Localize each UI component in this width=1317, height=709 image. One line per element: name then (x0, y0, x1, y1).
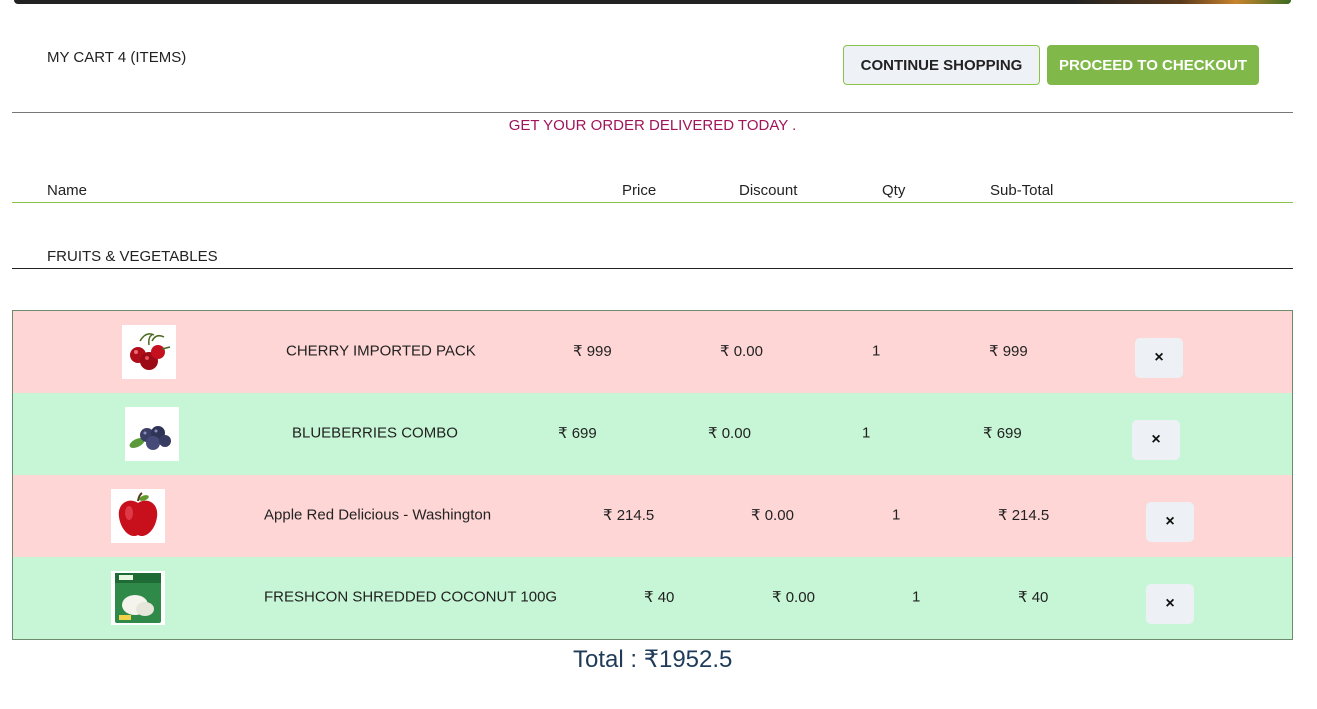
remove-item-button[interactable]: × (1146, 584, 1194, 624)
blueberries-image (125, 407, 179, 461)
cart-item-row: CHERRY IMPORTED PACK ₹ 999 ₹ 0.00 1 ₹ 99… (13, 311, 1292, 393)
item-price: ₹ 999 (573, 343, 612, 360)
remove-item-button[interactable]: × (1132, 420, 1180, 460)
cart-total: Total : ₹1952.5 (573, 646, 733, 673)
item-name: FRESHCON SHREDDED COCONUT 100G (264, 588, 558, 606)
item-subtotal: ₹ 214.5 (998, 507, 1050, 524)
item-name: BLUEBERRIES COMBO (292, 424, 458, 442)
cart-items-table: CHERRY IMPORTED PACK ₹ 999 ₹ 0.00 1 ₹ 99… (12, 310, 1293, 640)
item-discount: ₹ 0.00 (772, 589, 815, 606)
divider (12, 112, 1293, 113)
item-subtotal: ₹ 999 (989, 343, 1028, 360)
item-discount: ₹ 0.00 (708, 425, 751, 442)
item-discount: ₹ 0.00 (720, 343, 763, 360)
item-name: CHERRY IMPORTED PACK (286, 342, 476, 360)
column-header-subtotal: Sub-Total (990, 182, 1054, 199)
cherry-image (122, 325, 176, 379)
cart-item-row: Apple Red Delicious - Washington ₹ 214.5… (13, 475, 1292, 557)
item-price: ₹ 699 (558, 425, 597, 442)
cart-item-row: BLUEBERRIES COMBO ₹ 699 ₹ 0.00 1 ₹ 699 × (13, 393, 1292, 475)
column-header-price: Price (622, 182, 657, 199)
delivery-message: GET YOUR ORDER DELIVERED TODAY . (508, 117, 797, 134)
item-qty[interactable]: 1 (892, 507, 900, 524)
column-header-qty: Qty (882, 182, 906, 199)
close-icon: × (1165, 595, 1175, 612)
column-header-discount: Discount (739, 182, 798, 199)
close-icon: × (1154, 349, 1164, 366)
item-subtotal: ₹ 40 (1018, 589, 1049, 606)
category-title: FRUITS & VEGETABLES (47, 248, 218, 265)
item-qty[interactable]: 1 (872, 343, 880, 360)
item-name: Apple Red Delicious - Washington (264, 506, 492, 524)
remove-item-button[interactable]: × (1146, 502, 1194, 542)
item-price: ₹ 40 (644, 589, 675, 606)
close-icon: × (1151, 431, 1161, 448)
column-header-name: Name (47, 182, 88, 199)
item-subtotal: ₹ 699 (983, 425, 1022, 442)
item-price: ₹ 214.5 (603, 507, 655, 524)
cart-item-row: FRESHCON SHREDDED COCONUT 100G ₹ 40 ₹ 0.… (13, 557, 1292, 639)
close-icon: × (1165, 513, 1175, 530)
coconut-pack-image (111, 571, 165, 625)
item-qty[interactable]: 1 (912, 589, 920, 606)
cart-title: MY CART 4 (ITEMS) (47, 49, 187, 66)
apple-image (111, 489, 165, 543)
item-discount: ₹ 0.00 (751, 507, 794, 524)
continue-shopping-button[interactable]: CONTINUE SHOPPING (843, 45, 1040, 85)
remove-item-button[interactable]: × (1135, 338, 1183, 378)
proceed-to-checkout-button[interactable]: PROCEED TO CHECKOUT (1047, 45, 1259, 85)
divider (12, 202, 1293, 203)
divider (12, 268, 1293, 269)
item-qty[interactable]: 1 (862, 425, 870, 442)
top-banner-image (14, 0, 1291, 4)
